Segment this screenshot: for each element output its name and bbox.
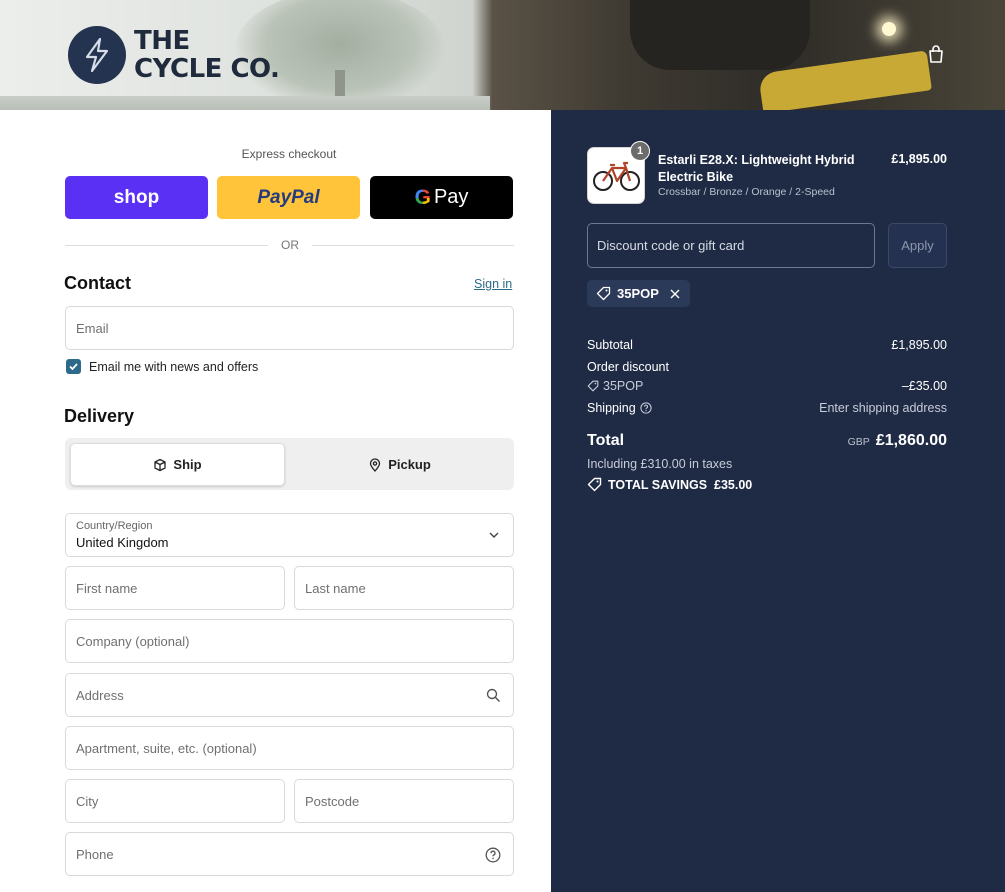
newsletter-label: Email me with news and offers: [89, 359, 259, 374]
subtotal-row: Subtotal £1,895.00: [587, 338, 947, 352]
subtotal-value: £1,895.00: [891, 338, 947, 352]
sign-in-link[interactable]: Sign in: [474, 277, 512, 291]
shop-pay-label: shop: [113, 186, 160, 208]
company-field[interactable]: Company (optional): [65, 619, 514, 663]
applied-discount-chip: 35POP: [587, 280, 690, 307]
shipping-value: Enter shipping address: [819, 401, 947, 415]
discount-placeholder: Discount code or gift card: [597, 238, 745, 253]
contact-heading: Contact: [64, 273, 131, 293]
email-placeholder: Email: [76, 320, 109, 336]
delivery-heading: Delivery: [64, 406, 135, 426]
order-discount-code-row: 35POP –£35.00: [587, 379, 947, 393]
last-name-field[interactable]: Last name: [294, 566, 514, 610]
checkout-form: Express checkout shop PayPal G Pay OR Co…: [0, 110, 551, 892]
total-value: £1,860.00: [875, 432, 947, 449]
country-select[interactable]: Country/Region United Kingdom: [65, 513, 514, 557]
hero-header: THE CYCLE CO.: [0, 0, 1005, 110]
logo-line-2: CYCLE CO.: [134, 54, 280, 84]
postcode-placeholder: Postcode: [305, 793, 360, 809]
phone-field[interactable]: Phone: [65, 832, 514, 876]
subtotal-label: Subtotal: [587, 338, 633, 352]
city-field[interactable]: City: [65, 779, 285, 823]
chevron-down-icon: [489, 532, 499, 538]
address-placeholder: Address: [76, 687, 124, 703]
order-summary: 1 Estarli E28.X: Lightweight Hybrid Elec…: [551, 110, 1005, 892]
rider-graphic: [630, 0, 810, 70]
tag-icon: [587, 380, 599, 392]
country-value: United Kingdom: [76, 535, 169, 550]
phone-placeholder: Phone: [76, 846, 114, 862]
search-icon: [486, 688, 501, 703]
box-icon: [154, 458, 167, 471]
currency-code: GBP: [847, 436, 870, 448]
total-savings-label: TOTAL SAVINGS £35.00: [608, 477, 753, 492]
total-row: Total GBP £1,860.00: [587, 432, 947, 456]
lightning-bolt-icon: [68, 26, 126, 84]
product-name: Estarli E28.X: Lightweight Hybrid Electr…: [658, 153, 855, 184]
shop-pay-button[interactable]: shop: [65, 176, 208, 219]
ship-label: Ship: [173, 457, 202, 472]
google-g-icon: G: [414, 185, 431, 209]
applied-code: 35POP: [617, 286, 659, 301]
shipping-label: Shipping: [587, 401, 636, 415]
paypal-button[interactable]: PayPal: [217, 176, 360, 219]
help-icon[interactable]: [640, 402, 652, 414]
close-icon[interactable]: [669, 288, 681, 300]
quantity-badge: 1: [630, 141, 650, 161]
order-discount-label: Order discount: [587, 360, 669, 374]
city-placeholder: City: [76, 793, 99, 809]
product-price: £1,895.00: [891, 152, 947, 166]
last-name-placeholder: Last name: [305, 580, 366, 596]
shipping-row: Shipping Enter shipping address: [587, 401, 947, 415]
first-name-placeholder: First name: [76, 580, 138, 596]
newsletter-option[interactable]: Email me with news and offers: [66, 359, 258, 374]
ship-option[interactable]: Ship: [70, 443, 285, 486]
order-discount-value: –£35.00: [901, 379, 947, 393]
google-pay-label: Pay: [433, 186, 469, 208]
taxes-note: Including £310.00 in taxes: [587, 457, 733, 471]
address-field[interactable]: Address: [65, 673, 514, 717]
tag-icon: [587, 477, 602, 492]
help-icon[interactable]: [485, 847, 501, 863]
apartment-field[interactable]: Apartment, suite, etc. (optional): [65, 726, 514, 770]
bike-light-graphic: [882, 22, 896, 36]
pickup-label: Pickup: [388, 457, 431, 472]
newsletter-checkbox[interactable]: [66, 359, 81, 374]
company-placeholder: Company (optional): [76, 633, 190, 649]
order-discount-code: 35POP: [603, 379, 644, 393]
store-logo[interactable]: THE CYCLE CO.: [68, 26, 280, 84]
order-discount-row: Order discount: [587, 360, 947, 374]
discount-code-input[interactable]: Discount code or gift card: [587, 223, 875, 268]
pickup-option[interactable]: Pickup: [290, 443, 509, 486]
or-separator: OR: [281, 238, 299, 252]
product-variant: Crossbar / Bronze / Orange / 2-Speed: [658, 186, 835, 198]
tag-icon: [596, 286, 611, 301]
logo-text: THE CYCLE CO.: [134, 26, 280, 84]
location-pin-icon: [370, 457, 381, 472]
first-name-field[interactable]: First name: [65, 566, 285, 610]
paypal-label: PayPal: [257, 186, 320, 208]
email-field[interactable]: Email: [65, 306, 514, 350]
postcode-field[interactable]: Postcode: [294, 779, 514, 823]
divider-left: [65, 245, 268, 246]
total-label: Total: [587, 432, 625, 449]
apartment-placeholder: Apartment, suite, etc. (optional): [76, 740, 257, 756]
logo-line-1: THE: [134, 26, 190, 56]
divider-right: [312, 245, 514, 246]
checkmark-icon: [69, 363, 78, 371]
shopping-bag-icon[interactable]: [926, 44, 946, 64]
apply-button[interactable]: Apply: [888, 223, 947, 268]
google-pay-button[interactable]: G Pay: [370, 176, 513, 219]
express-checkout-title: Express checkout: [241, 147, 337, 161]
country-label: Country/Region: [76, 520, 153, 532]
total-savings: TOTAL SAVINGS £35.00: [587, 477, 947, 492]
delivery-method-toggle: Ship Pickup: [65, 438, 514, 490]
